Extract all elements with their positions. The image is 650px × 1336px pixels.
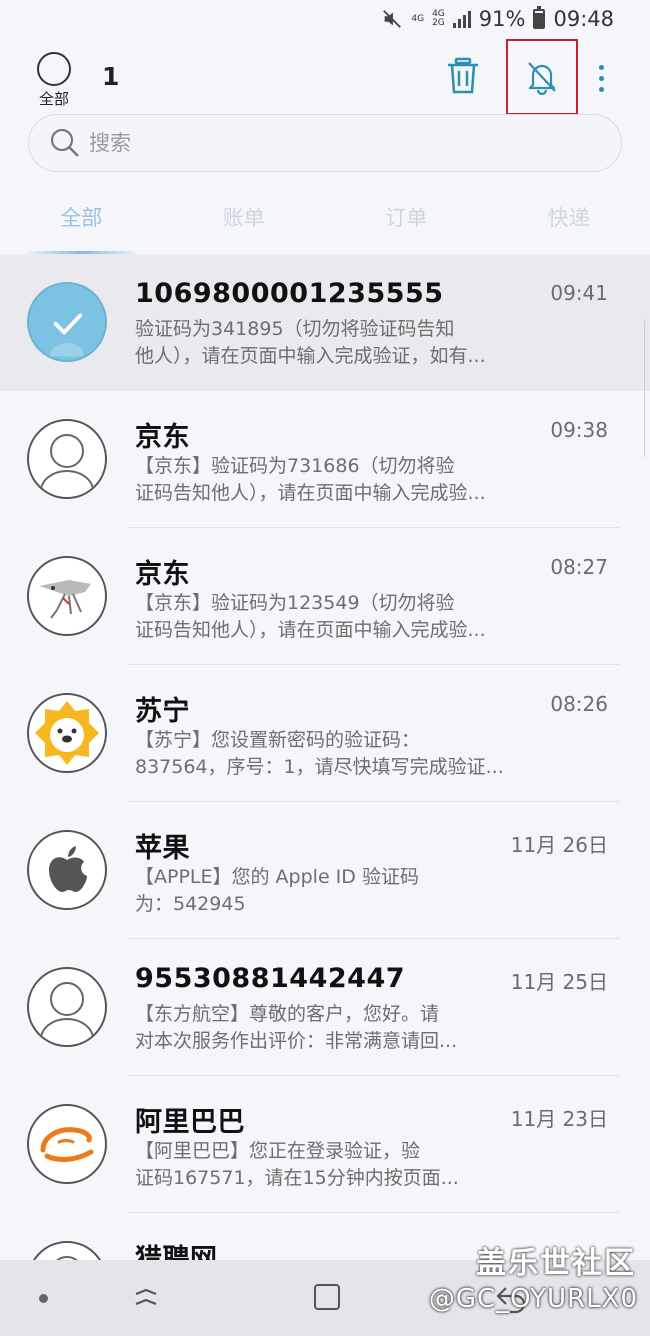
search-bar[interactable] [28, 114, 622, 172]
select-circle-icon [37, 52, 71, 86]
tab-bills[interactable]: 账单 [163, 190, 326, 254]
sender-name: 95530881442447 [135, 963, 406, 994]
message-time: 09:38 [550, 418, 608, 442]
more-dot-icon [598, 86, 604, 92]
conversation-item[interactable]: 苏宁 08:26 【苏宁】您设置新密码的验证码： 837564，序号：1，请尽快… [0, 665, 650, 802]
signal-icon [452, 10, 471, 28]
message-preview: 【APPLE】您的 Apple ID 验证码 为：542945 [135, 864, 545, 918]
conversation-item[interactable]: 苹果 11月 26日 【APPLE】您的 Apple ID 验证码 为：5429… [0, 802, 650, 939]
sender-name: 京东 [135, 422, 190, 453]
selection-header: 全部 1 [0, 39, 650, 115]
conversation-item[interactable]: 1069800001235555 09:41 验证码为341895（切勿将验证码… [0, 254, 650, 391]
preview-line: 【阿里巴巴】您正在登录验证，验 [135, 1140, 421, 1162]
clock: 09:48 [553, 7, 614, 31]
message-preview: 验证码为341895（切勿将验证码告知 他人），请在页面中输入完成验证，如有..… [135, 316, 545, 370]
sender-name: 苹果 [135, 833, 190, 864]
selected-count: 1 [102, 62, 120, 91]
search-input[interactable] [89, 131, 489, 155]
tab-all[interactable]: 全部 [0, 190, 163, 254]
preview-line: 他人），请在页面中输入完成验证，如有... [135, 345, 486, 367]
preview-line: 837564，序号：1，请尽快填写完成验证... [135, 756, 504, 778]
avatar[interactable] [27, 967, 107, 1047]
message-preview: 【京东】验证码为731686（切勿将验 证码告知他人），请在页面中输入完成验..… [135, 453, 545, 507]
avatar[interactable] [27, 1104, 107, 1184]
conversation-item[interactable]: 阿里巴巴 11月 23日 【阿里巴巴】您正在登录验证，验 证码167571，请在… [0, 1076, 650, 1213]
message-list: 1069800001235555 09:41 验证码为341895（切勿将验证码… [0, 254, 650, 1336]
watermark-title: 盖乐世社区 [476, 1246, 636, 1281]
preview-line: 【京东】验证码为731686（切勿将验 [135, 455, 455, 477]
preview-line: 证码167571，请在15分钟内按页面... [135, 1167, 459, 1189]
suning-lion-icon [35, 701, 99, 765]
person-icon [40, 434, 94, 492]
person-icon [40, 982, 94, 1040]
jd-dog-icon [39, 580, 91, 619]
trash-icon [448, 57, 478, 94]
apple-icon [49, 846, 87, 892]
network-type-secondary: 4G 2G [432, 9, 445, 28]
tab-delivery[interactable]: 快递 [488, 190, 650, 254]
preview-line: 【APPLE】您的 Apple ID 验证码 [135, 866, 419, 888]
sender-name: 阿里巴巴 [135, 1107, 245, 1138]
preview-line: 【京东】验证码为123549（切勿将验 [135, 592, 455, 614]
more-options-button[interactable] [590, 58, 612, 98]
battery-icon [533, 6, 546, 29]
status-bar: 4G 4G 2G 91% 09:48 [0, 0, 650, 38]
avatar[interactable] [27, 419, 107, 499]
preview-line: 【东方航空】尊敬的客户，您好。请 [135, 1003, 440, 1025]
preview-line: 对本次服务作出评价：非常满意请回... [135, 1030, 458, 1052]
scrollbar-handle[interactable] [644, 318, 650, 458]
select-all-label: 全部 [38, 90, 69, 108]
avatar[interactable] [27, 556, 107, 636]
tab-orders[interactable]: 订单 [325, 190, 488, 254]
more-dot-icon [598, 75, 604, 81]
category-tabs: 全部 账单 订单 快递 [0, 190, 650, 254]
delete-button[interactable] [444, 56, 482, 96]
select-all-checkbox[interactable]: 全部 [34, 52, 74, 109]
nav-dot-icon[interactable] [39, 1294, 48, 1303]
message-time: 11月 23日 [510, 1107, 608, 1131]
mute-notifications-button[interactable] [506, 39, 578, 115]
sender-name: 苏宁 [135, 696, 190, 727]
message-time: 11月 25日 [510, 970, 608, 994]
preview-line: 【苏宁】您设置新密码的验证码： [135, 729, 421, 751]
more-dot-icon [598, 64, 604, 70]
home-button-icon[interactable] [314, 1284, 340, 1310]
message-time: 08:27 [550, 555, 608, 579]
message-preview: 【京东】验证码为123549（切勿将验 证码告知他人），请在页面中输入完成验..… [135, 590, 545, 644]
checkmark-avatar-icon [29, 284, 105, 360]
message-time: 08:26 [550, 692, 608, 716]
alibaba-icon [40, 1127, 94, 1162]
message-time: 11月 26日 [510, 833, 608, 857]
preview-line: 为：542945 [135, 893, 246, 915]
preview-line: 证码告知他人），请在页面中输入完成验... [135, 619, 486, 641]
recent-apps-icon[interactable] [132, 1284, 160, 1312]
message-time: 09:41 [550, 281, 608, 305]
bell-off-icon [528, 62, 556, 95]
conversation-item[interactable]: 95530881442447 11月 25日 【东方航空】尊敬的客户，您好。请 … [0, 939, 650, 1076]
sender-name: 京东 [135, 559, 190, 590]
mute-icon [383, 10, 402, 28]
sender-name: 1069800001235555 [135, 278, 444, 309]
preview-line: 验证码为341895（切勿将验证码告知 [135, 318, 455, 340]
avatar[interactable] [27, 693, 107, 773]
message-preview: 【东方航空】尊敬的客户，您好。请 对本次服务作出评价：非常满意请回... [135, 1001, 545, 1055]
avatar[interactable] [27, 830, 107, 910]
message-preview: 【苏宁】您设置新密码的验证码： 837564，序号：1，请尽快填写完成验证... [135, 727, 545, 781]
network-type: 4G [411, 13, 425, 24]
preview-line: 证码告知他人），请在页面中输入完成验... [135, 482, 486, 504]
watermark-handle: @GC_OYURLX0 [428, 1284, 638, 1314]
battery-percent: 91% [478, 7, 526, 31]
conversation-item[interactable]: 京东 09:38 【京东】验证码为731686（切勿将验 证码告知他人），请在页… [0, 391, 650, 528]
search-icon [50, 128, 79, 157]
conversation-item[interactable]: 京东 08:27 【京东】验证码为123549（切勿将验 证码告知他人），请在页… [0, 528, 650, 665]
message-preview: 【阿里巴巴】您正在登录验证，验 证码167571，请在15分钟内按页面... [135, 1138, 545, 1192]
avatar[interactable] [27, 282, 107, 362]
